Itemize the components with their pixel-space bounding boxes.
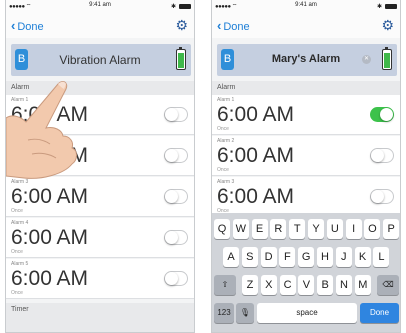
- section-header-alarm: Alarm: [6, 81, 194, 95]
- phone-left: ●●●●● ⌔ 9:41 am ✱ ‹ Done ⚙ B Vibration Al…: [5, 0, 195, 333]
- alarm-row-2[interactable]: Alarm 2 6:00 AM Once: [212, 136, 400, 176]
- key-r[interactable]: R: [270, 219, 287, 239]
- status-time: 9:41 am: [89, 2, 111, 8]
- alarm-row-4[interactable]: Alarm 4 6:00 AM Once: [6, 218, 194, 258]
- numbers-key[interactable]: 123: [214, 303, 234, 323]
- key-z[interactable]: Z: [242, 275, 258, 295]
- bluetooth-icon: B: [15, 49, 28, 70]
- alarm-row-3[interactable]: Alarm 3 6:00 AM Once: [6, 177, 194, 217]
- chevron-left-icon: ‹: [11, 18, 16, 33]
- alarm-time: 6:00 AM: [11, 226, 89, 249]
- bluetooth-status-icon: ✱: [170, 4, 176, 10]
- gear-icon[interactable]: ⚙: [175, 17, 188, 34]
- bluetooth-icon: B: [221, 49, 234, 70]
- alarm-repeat: Once: [11, 126, 23, 132]
- chevron-left-icon: ‹: [217, 18, 222, 33]
- status-bar: ●●●●● ⌔ 9:41 am ✱: [212, 0, 400, 12]
- key-o[interactable]: O: [364, 219, 381, 239]
- alarm-toggle[interactable]: [370, 148, 394, 163]
- section-header-timer: Timer: [6, 303, 194, 332]
- status-battery-icon: ✱: [377, 3, 397, 10]
- section-header-alarm: Alarm: [212, 81, 400, 95]
- done-button[interactable]: ‹ Done: [217, 18, 250, 33]
- bluetooth-status-icon: ✱: [376, 4, 382, 10]
- space-key[interactable]: space: [257, 303, 357, 323]
- key-g[interactable]: G: [298, 247, 315, 267]
- backspace-key[interactable]: ⌫: [377, 275, 399, 295]
- alarm-row-1[interactable]: Alarm 1 6:00 AM Once: [212, 95, 400, 135]
- battery-icon: [382, 47, 392, 70]
- key-l[interactable]: L: [373, 247, 390, 267]
- nav-bar: ‹ Done ⚙: [6, 12, 194, 38]
- key-e[interactable]: E: [251, 219, 268, 239]
- key-x[interactable]: X: [260, 275, 277, 295]
- microphone-key[interactable]: 🎙: [236, 303, 254, 323]
- alarm-time: 6:00 AM: [11, 267, 89, 290]
- alarm-toggle[interactable]: [164, 107, 188, 122]
- status-time: 9:41 am: [295, 2, 317, 8]
- done-label: Done: [223, 21, 250, 33]
- key-m[interactable]: M: [354, 275, 371, 295]
- key-c[interactable]: C: [279, 275, 296, 295]
- alarm-repeat: Once: [217, 126, 229, 132]
- key-j[interactable]: J: [335, 247, 352, 267]
- alarm-time: 6:00 AM: [11, 144, 89, 167]
- key-i[interactable]: I: [345, 219, 362, 239]
- key-p[interactable]: P: [383, 219, 400, 239]
- key-u[interactable]: U: [326, 219, 343, 239]
- keyboard: Q W E R T Y U I O P A S D F G H J K L ⇧ …: [212, 213, 400, 332]
- alarm-toggle[interactable]: [164, 271, 188, 286]
- alarm-repeat: Once: [11, 208, 23, 214]
- key-k[interactable]: K: [354, 247, 371, 267]
- device-name: Vibration Alarm: [59, 53, 141, 67]
- key-w[interactable]: W: [232, 219, 249, 239]
- alarm-time: 6:00 AM: [217, 185, 295, 208]
- alarm-row-3[interactable]: Alarm 3 6:00 AM Once: [212, 177, 400, 217]
- stage: ●●●●● ⌔ 9:41 am ✱ ‹ Done ⚙ B Vibration Al…: [0, 0, 406, 333]
- alarm-row-1[interactable]: Alarm 1 6:00 AM Once: [6, 95, 194, 135]
- alarm-time: 6:00 AM: [217, 103, 295, 126]
- alarm-repeat: Once: [11, 167, 23, 173]
- phone-right: ●●●●● ⌔ 9:41 am ✱ ‹ Done ⚙ B Mary's Alarm…: [211, 0, 401, 333]
- key-t[interactable]: T: [289, 219, 306, 239]
- device-name-input[interactable]: Mary's Alarm: [237, 53, 375, 65]
- key-s[interactable]: S: [241, 247, 258, 267]
- alarm-time: 6:00 AM: [11, 103, 89, 126]
- battery-icon: [176, 47, 186, 70]
- alarm-toggle[interactable]: [164, 148, 188, 163]
- alarm-toggle[interactable]: [370, 189, 394, 204]
- status-bar: ●●●●● ⌔ 9:41 am ✱: [6, 0, 194, 12]
- key-n[interactable]: N: [336, 275, 352, 295]
- key-f[interactable]: F: [279, 247, 296, 267]
- alarm-toggle[interactable]: [164, 230, 188, 245]
- key-v[interactable]: V: [298, 275, 315, 295]
- device-name-bar[interactable]: B Vibration Alarm: [11, 44, 191, 76]
- done-button[interactable]: ‹ Done: [11, 18, 44, 33]
- key-b[interactable]: B: [317, 275, 334, 295]
- status-battery-icon: ✱: [171, 3, 191, 10]
- key-y[interactable]: Y: [308, 219, 324, 239]
- clear-text-icon[interactable]: ✕: [362, 55, 371, 64]
- alarm-time: 6:00 AM: [11, 185, 89, 208]
- keyboard-done-key[interactable]: Done: [360, 303, 399, 323]
- alarm-row-5[interactable]: Alarm 5 6:00 AM Once: [6, 259, 194, 299]
- done-label: Done: [17, 21, 44, 33]
- alarm-row-2[interactable]: Alarm 2 6:00 AM Once: [6, 136, 194, 176]
- shift-key[interactable]: ⇧: [214, 275, 236, 295]
- device-name-bar[interactable]: B Mary's Alarm ✕: [217, 44, 397, 76]
- key-a[interactable]: A: [223, 247, 239, 267]
- alarm-toggle[interactable]: [370, 107, 394, 122]
- key-h[interactable]: H: [317, 247, 333, 267]
- alarm-time: 6:00 AM: [217, 144, 295, 167]
- key-q[interactable]: Q: [214, 219, 230, 239]
- alarm-repeat: Once: [217, 167, 229, 173]
- alarm-repeat: Once: [11, 290, 23, 296]
- key-d[interactable]: D: [260, 247, 277, 267]
- gear-icon[interactable]: ⚙: [381, 17, 394, 34]
- alarm-toggle[interactable]: [164, 189, 188, 204]
- alarm-repeat: Once: [11, 249, 23, 255]
- nav-bar: ‹ Done ⚙: [212, 12, 400, 38]
